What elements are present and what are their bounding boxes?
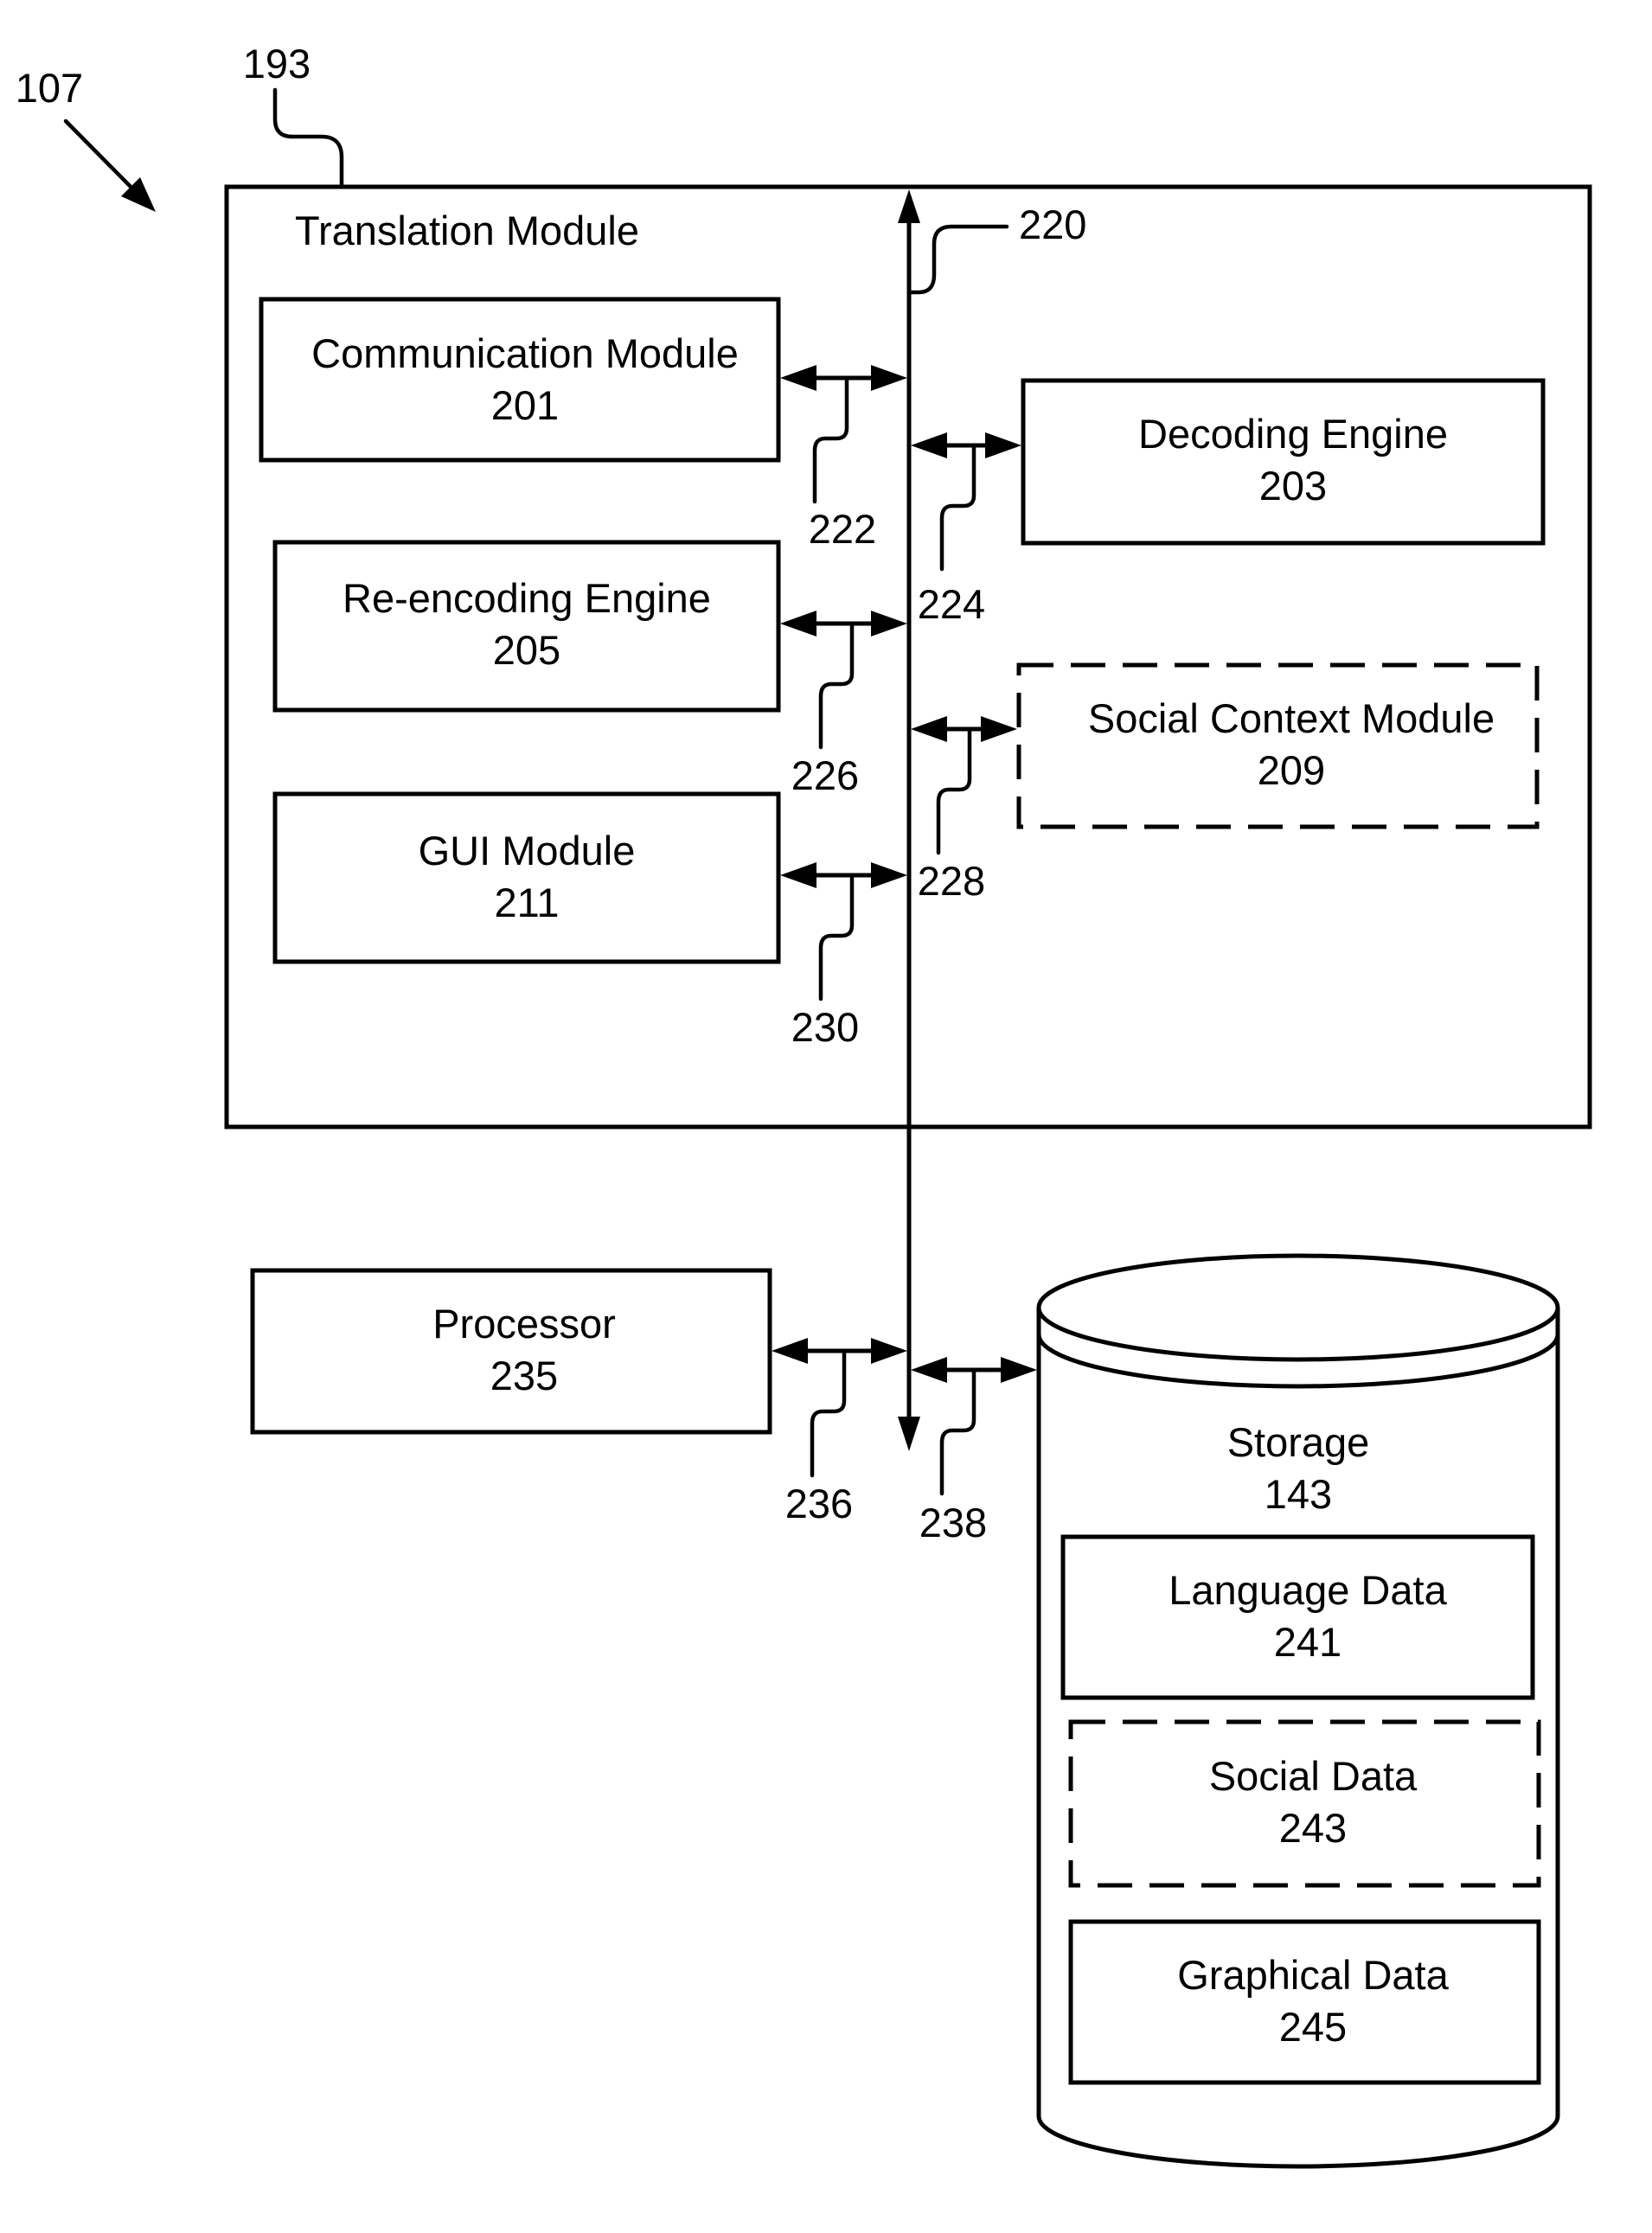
arrowhead-left-icon [772, 1338, 808, 1364]
decoding-engine-label: Decoding Engine [1138, 411, 1448, 457]
connector-processor: 236 [772, 1338, 907, 1526]
ref-leader [818, 873, 855, 1001]
processor-number: 235 [490, 1353, 558, 1398]
gui-module-number: 211 [495, 880, 560, 925]
bus-arrow-down-icon [898, 1417, 920, 1451]
graphical-data-label: Graphical Data [1177, 1952, 1449, 1998]
arrowhead-left-icon [780, 611, 816, 637]
gui-module-box [272, 791, 781, 964]
ref-193-group: 193 [243, 41, 344, 189]
ref-label-238: 238 [919, 1500, 987, 1545]
ref-220-leader [908, 224, 1009, 295]
decoding-engine-number: 203 [1259, 463, 1327, 509]
system-block-diagram: 107 193 Translation Module 220 Communica… [16, 41, 1592, 2169]
ref-label-193: 193 [243, 41, 311, 86]
graphical-data-number: 245 [1279, 2004, 1347, 2050]
ref-leader [939, 443, 976, 572]
node-social-context-module: Social Context Module 209 [1016, 662, 1540, 829]
social-data-number: 243 [1279, 1805, 1347, 1851]
communication-module-label: Communication Module [311, 330, 739, 376]
node-decoding-engine: Decoding Engine 203 [1021, 378, 1546, 546]
connector-reencoding: 226 [780, 611, 907, 798]
language-data-box [1060, 1534, 1535, 1700]
node-processor: Processor 235 [250, 1268, 772, 1435]
ref-leader [810, 1348, 847, 1478]
arrowhead-right-icon [981, 716, 1017, 742]
arrowhead-left-icon [780, 365, 816, 391]
connector-storage: 238 [911, 1357, 1037, 1545]
ref-label-228: 228 [918, 858, 985, 904]
connectors-layer: 222 224 226 228 230 236 238 [772, 365, 1037, 1545]
social-context-module-label: Social Context Module [1088, 695, 1495, 741]
arrowhead-right-icon [871, 1338, 907, 1364]
node-communication-module: Communication Module 201 [259, 297, 781, 463]
node-reencoding-engine: Re-encoding Engine 205 [272, 540, 781, 713]
social-data-box [1068, 1719, 1541, 1888]
ref-label-226: 226 [791, 752, 859, 798]
ref-label-224: 224 [918, 581, 985, 627]
ref-label-220: 220 [1019, 202, 1086, 247]
reencoding-engine-label: Re-encoding Engine [343, 575, 711, 621]
arrowhead-right-icon [871, 862, 907, 888]
storage-item-graphical-data: Graphical Data 245 [1068, 1919, 1541, 2085]
arrowhead-right-icon [871, 365, 907, 391]
gui-module-label: GUI Module [419, 828, 636, 873]
ref-107-arrow-shaft [63, 118, 141, 197]
social-context-module-number: 209 [1258, 747, 1325, 793]
ref-label-230: 230 [791, 1004, 859, 1050]
arrowhead-left-icon [911, 716, 947, 742]
arrowhead-right-icon [985, 432, 1021, 458]
connector-gui: 230 [780, 862, 907, 1050]
bus-arrow-up-icon [898, 189, 920, 223]
communication-module-box [259, 297, 781, 463]
storage-label: Storage [1227, 1419, 1370, 1465]
arrowhead-right-icon [871, 611, 907, 637]
social-context-module-box [1016, 662, 1540, 829]
communication-module-number: 201 [491, 382, 559, 428]
connector-decoding: 224 [911, 432, 1021, 627]
ref-leader [936, 726, 972, 855]
storage-item-social-data: Social Data 243 [1068, 1719, 1541, 1888]
ref-193-leader [272, 87, 344, 189]
arrowhead-left-icon [911, 432, 947, 458]
ref-leader [812, 375, 849, 504]
connector-social-context: 228 [911, 716, 1017, 904]
social-data-label: Social Data [1209, 1753, 1418, 1799]
storage-item-language-data: Language Data 241 [1060, 1534, 1535, 1700]
processor-label: Processor [432, 1301, 616, 1347]
ref-label-107: 107 [16, 65, 83, 111]
decoding-engine-box [1021, 378, 1546, 546]
storage-cylinder-top [1036, 1253, 1560, 1362]
language-data-label: Language Data [1169, 1567, 1447, 1613]
node-gui-module: GUI Module 211 [272, 791, 781, 964]
processor-box [250, 1268, 772, 1435]
ref-107-group: 107 [16, 65, 156, 212]
ref-label-222: 222 [809, 506, 876, 552]
node-storage: Storage 143 Language Data 241 Social Dat… [1036, 1253, 1560, 2169]
graphical-data-box [1068, 1919, 1541, 2085]
reencoding-engine-number: 205 [493, 627, 560, 673]
reencoding-engine-box [272, 540, 781, 713]
arrowhead-left-icon [780, 862, 816, 888]
connector-communication: 222 [780, 365, 907, 552]
arrowhead-left-icon [911, 1357, 947, 1383]
storage-number: 143 [1265, 1471, 1332, 1517]
translation-module-title: Translation Module [295, 208, 639, 253]
ref-label-236: 236 [785, 1481, 853, 1526]
language-data-number: 241 [1274, 1619, 1341, 1665]
ref-leader [939, 1367, 976, 1496]
ref-leader [818, 621, 855, 750]
arrowhead-right-icon [1001, 1357, 1037, 1383]
